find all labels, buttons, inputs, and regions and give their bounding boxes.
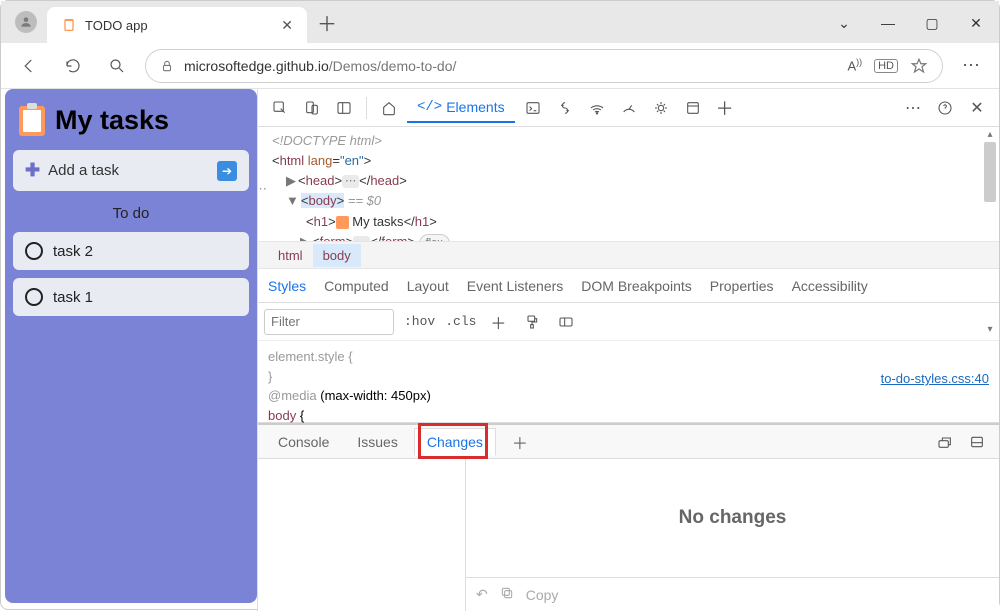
browser-tab[interactable]: TODO app ✕ (47, 7, 307, 43)
network-tab-icon[interactable] (583, 94, 611, 122)
task-item[interactable]: task 2 (13, 232, 249, 270)
drawer-tab-changes[interactable]: Changes (414, 428, 496, 456)
app-title: My tasks (55, 105, 169, 136)
minimize-button[interactable]: — (871, 9, 905, 37)
plus-icon: ✚ (25, 160, 40, 181)
search-button[interactable] (101, 50, 133, 82)
drawer-more-icon[interactable]: ＋ (500, 425, 540, 459)
tab-close-icon[interactable]: ✕ (275, 17, 299, 34)
changes-empty-state: No changes (466, 459, 999, 577)
sources-tab-icon[interactable] (551, 94, 579, 122)
drawer-tab-console[interactable]: Console (266, 429, 341, 455)
subtab-a11y[interactable]: Accessibility (792, 278, 868, 294)
task-label: task 2 (53, 243, 93, 260)
window-titlebar: TODO app ✕ ＋ ⌄ — ▢ ✕ (1, 1, 999, 43)
inspect-icon[interactable] (266, 94, 294, 122)
devtools-close-icon[interactable]: ✕ (963, 94, 991, 122)
window-controls: ⌄ — ▢ ✕ (827, 9, 993, 37)
address-bar[interactable]: microsoftedge.github.io/Demos/demo-to-do… (145, 49, 943, 83)
profile-icon[interactable] (15, 11, 37, 33)
task-label: task 1 (53, 289, 93, 306)
task-item[interactable]: task 1 (13, 278, 249, 316)
breadcrumb[interactable]: html body (258, 241, 999, 269)
devtools-toolbar: </>Elements ＋ ⋯ ✕ (258, 89, 999, 127)
checkbox-icon[interactable] (25, 288, 43, 306)
devtools-more-icon[interactable]: ⋯ (899, 94, 927, 122)
read-aloud-icon[interactable]: A)) (847, 57, 862, 73)
tab-title: TODO app (85, 18, 148, 33)
memory-tab-icon[interactable] (647, 94, 675, 122)
subtab-layout[interactable]: Layout (407, 278, 449, 294)
back-button[interactable] (13, 50, 45, 82)
lock-icon (160, 59, 174, 73)
flex-icon[interactable] (554, 310, 578, 334)
devtools-panel: </>Elements ＋ ⋯ ✕ ⋯ <!DOCTYPE html> <htm… (257, 89, 999, 611)
section-heading: To do (13, 205, 249, 222)
checkbox-icon[interactable] (25, 242, 43, 260)
tab-elements[interactable]: </>Elements (407, 93, 515, 123)
drawer-dock-icon[interactable] (963, 428, 991, 456)
performance-tab-icon[interactable] (615, 94, 643, 122)
subtab-styles[interactable]: Styles (268, 278, 306, 294)
device-icon[interactable] (298, 94, 326, 122)
dom-tree[interactable]: ⋯ <!DOCTYPE html> <html lang="en"> ▶<hea… (258, 127, 999, 241)
devtools-drawer: Console Issues Changes ＋ No changes ↶ Co… (258, 423, 999, 611)
drawer-expand-icon[interactable] (931, 428, 959, 456)
source-link[interactable]: to-do-styles.css:40 (881, 369, 989, 389)
styles-pane[interactable]: element.style { } @media (max-width: 450… (258, 341, 999, 423)
add-task-placeholder: Add a task (48, 162, 119, 179)
url-text: microsoftedge.github.io/Demos/demo-to-do… (184, 58, 456, 74)
refresh-button[interactable] (57, 50, 89, 82)
enhance-icon[interactable]: HD (874, 59, 898, 73)
new-style-rule-icon[interactable]: ＋ (486, 310, 510, 334)
styles-filterbar: :hov .cls ＋ (258, 303, 999, 341)
drawer-tab-issues[interactable]: Issues (345, 429, 409, 455)
subtab-events[interactable]: Event Listeners (467, 278, 564, 294)
close-button[interactable]: ✕ (959, 9, 993, 37)
new-tab-button[interactable]: ＋ (317, 8, 337, 37)
app-header: My tasks (13, 97, 249, 150)
changes-sidebar (258, 459, 466, 611)
application-tab-icon[interactable] (679, 94, 707, 122)
todo-app: My tasks ✚ Add a task ➔ To do task 2 tas… (5, 89, 257, 603)
styles-tabs: Styles Computed Layout Event Listeners D… (258, 269, 999, 303)
copy-label[interactable]: Copy (526, 587, 559, 603)
styles-filter-input[interactable] (264, 309, 394, 335)
caret-down-icon[interactable]: ⌄ (827, 9, 861, 37)
more-tabs-icon[interactable]: ＋ (711, 94, 739, 122)
home-icon[interactable] (375, 94, 403, 122)
undo-icon[interactable]: ↶ (476, 586, 488, 603)
menu-button[interactable]: ⋯ (955, 50, 987, 82)
copy-icon[interactable] (500, 586, 514, 603)
scrollbar[interactable]: ▴ ▾ (983, 129, 997, 335)
console-tab-icon[interactable] (519, 94, 547, 122)
tab-favicon-icon (61, 17, 77, 33)
clipboard-icon (19, 106, 45, 136)
subtab-props[interactable]: Properties (710, 278, 774, 294)
submit-task-button[interactable]: ➔ (217, 161, 237, 181)
browser-toolbar: microsoftedge.github.io/Demos/demo-to-do… (1, 43, 999, 89)
crumb-html[interactable]: html (268, 244, 313, 267)
dock-icon[interactable] (330, 94, 358, 122)
favorite-icon[interactable] (910, 57, 928, 75)
cls-toggle[interactable]: .cls (445, 314, 476, 329)
subtab-dombreak[interactable]: DOM Breakpoints (581, 278, 691, 294)
paint-icon[interactable] (520, 310, 544, 334)
subtab-computed[interactable]: Computed (324, 278, 389, 294)
help-icon[interactable] (931, 94, 959, 122)
maximize-button[interactable]: ▢ (915, 9, 949, 37)
hov-toggle[interactable]: :hov (404, 314, 435, 329)
drawer-tabs: Console Issues Changes ＋ (258, 425, 999, 459)
crumb-body[interactable]: body (313, 244, 361, 267)
add-task-input[interactable]: ✚ Add a task ➔ (13, 150, 249, 191)
changes-footer: ↶ Copy (466, 577, 999, 611)
